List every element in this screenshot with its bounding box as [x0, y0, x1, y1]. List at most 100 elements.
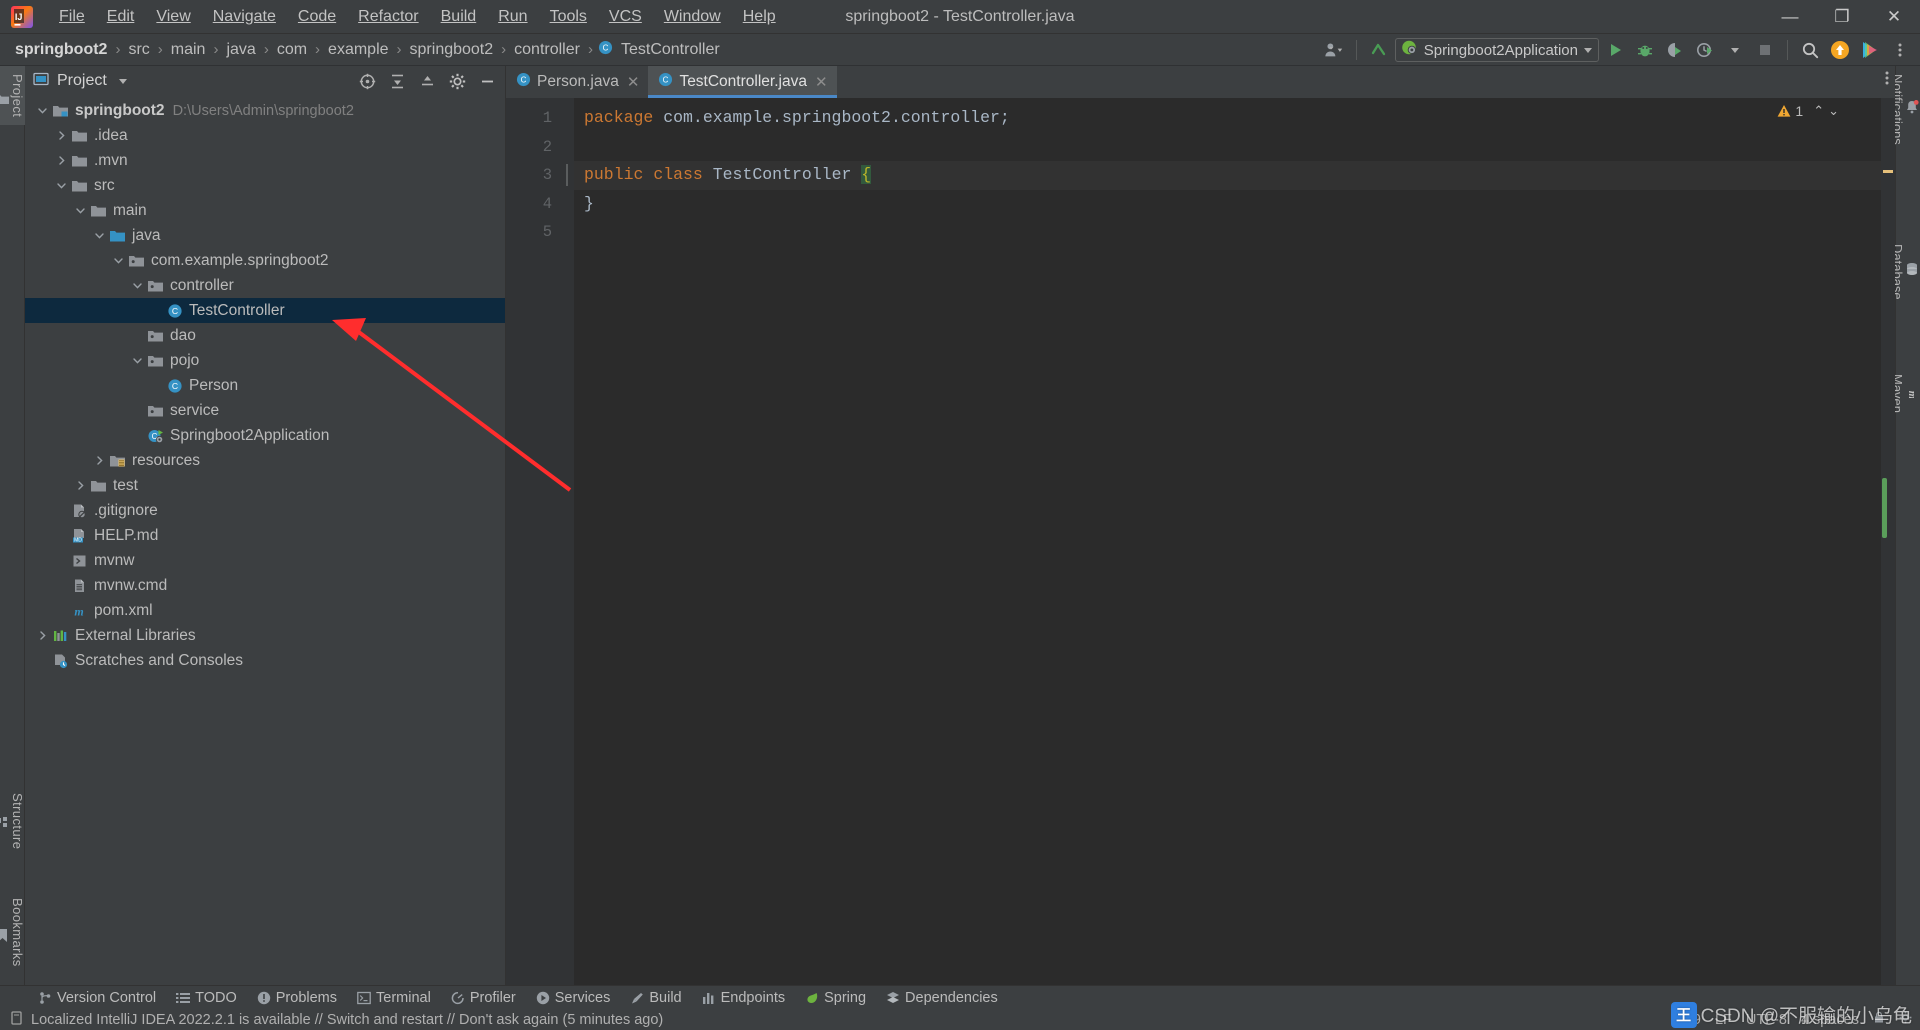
- line-number[interactable]: 2: [506, 133, 562, 162]
- minimize-button[interactable]: —: [1764, 0, 1816, 34]
- menu-item-run[interactable]: Run: [487, 4, 538, 30]
- code-line[interactable]: package com.example.springboot2.controll…: [574, 104, 1881, 133]
- tree-node-springboot2[interactable]: springboot2 D:\Users\Admin\springboot2: [25, 98, 505, 123]
- chevron-down-icon[interactable]: [131, 354, 144, 367]
- breadcrumb-item-springboot2[interactable]: springboot2: [12, 39, 110, 61]
- chevron-down-icon[interactable]: [55, 179, 68, 192]
- line-number[interactable]: 4: [506, 190, 562, 219]
- menu-item-vcs[interactable]: VCS: [598, 4, 653, 30]
- user-account-icon[interactable]: [1320, 37, 1348, 63]
- ide-update-icon[interactable]: [1826, 37, 1854, 63]
- line-number[interactable]: 1: [506, 104, 562, 133]
- tree-node-mvnw[interactable]: mvnw: [25, 548, 505, 573]
- select-opened-file-icon[interactable]: [353, 68, 381, 94]
- notification-doc-icon[interactable]: [10, 1010, 23, 1029]
- chevron-down-icon[interactable]: [74, 204, 87, 217]
- chevron-right-icon[interactable]: [74, 479, 87, 492]
- run-with-coverage-button[interactable]: [1661, 37, 1689, 63]
- tree-node-test[interactable]: test: [25, 473, 505, 498]
- chevron-down-icon[interactable]: [118, 78, 127, 84]
- menu-item-help[interactable]: Help: [732, 4, 787, 30]
- status-message[interactable]: Localized IntelliJ IDEA 2022.2.1 is avai…: [31, 1012, 663, 1028]
- tree-node-help-md[interactable]: MD HELP.md: [25, 523, 505, 548]
- tree-node-mvnw-cmd[interactable]: mvnw.cmd: [25, 573, 505, 598]
- tree-node-testcontroller[interactable]: C TestController: [25, 298, 505, 323]
- code-line[interactable]: }: [574, 190, 1881, 219]
- chevron-down-icon[interactable]: [1721, 37, 1749, 63]
- breadcrumb-item-testcontroller[interactable]: TestController: [618, 39, 723, 61]
- bottom-item-problems[interactable]: Problems: [247, 988, 347, 1008]
- bottom-item-terminal[interactable]: Terminal: [347, 988, 441, 1008]
- close-icon[interactable]: ✕: [815, 73, 828, 91]
- editor-options-icon[interactable]: [1885, 70, 1889, 91]
- bottom-item-endpoints[interactable]: Endpoints: [692, 988, 796, 1008]
- run-button[interactable]: [1601, 37, 1629, 63]
- tree-node-external-libraries[interactable]: External Libraries: [25, 623, 505, 648]
- chevron-down-icon[interactable]: [112, 254, 125, 267]
- tree-node-java[interactable]: java: [25, 223, 505, 248]
- code-line[interactable]: [574, 133, 1881, 162]
- bottom-item-spring[interactable]: Spring: [795, 988, 876, 1008]
- breadcrumb-item-com[interactable]: com: [274, 39, 310, 61]
- tree-node-pom-xml[interactable]: m pom.xml: [25, 598, 505, 623]
- tree-node-main[interactable]: main: [25, 198, 505, 223]
- code-editor[interactable]: 12345 package com.example.springboot2.co…: [506, 98, 1895, 985]
- bottom-item-todo[interactable]: TODO: [166, 988, 247, 1008]
- menu-item-tools[interactable]: Tools: [539, 4, 598, 30]
- tree-node-scratches-and-consoles[interactable]: Scratches and Consoles: [25, 648, 505, 673]
- bottom-item-services[interactable]: Services: [526, 988, 621, 1008]
- tree-node-springboot2application[interactable]: C Springboot2Application: [25, 423, 505, 448]
- menu-item-edit[interactable]: Edit: [96, 4, 146, 30]
- tree-node-resources[interactable]: resources: [25, 448, 505, 473]
- expand-all-icon[interactable]: [383, 68, 411, 94]
- inspection-prev-icon[interactable]: ⌃: [1813, 103, 1824, 119]
- tree-node-src[interactable]: src: [25, 173, 505, 198]
- bottom-item-profiler[interactable]: Profiler: [441, 988, 526, 1008]
- chevron-down-icon[interactable]: [36, 104, 49, 117]
- inspection-next-icon[interactable]: ⌄: [1828, 103, 1839, 119]
- sidebar-item-project[interactable]: Project: [0, 66, 25, 126]
- code-folding-column[interactable]: [562, 98, 574, 985]
- sidebar-item-bookmarks[interactable]: Bookmarks: [0, 890, 25, 975]
- code-line[interactable]: [574, 218, 1881, 247]
- tree-node-dao[interactable]: dao: [25, 323, 505, 348]
- debug-button[interactable]: [1631, 37, 1659, 63]
- breadcrumb-item-example[interactable]: example: [325, 39, 391, 61]
- menu-item-navigate[interactable]: Navigate: [202, 4, 287, 30]
- stripe-marker-green[interactable]: [1882, 478, 1887, 538]
- chevron-down-icon[interactable]: [93, 229, 106, 242]
- editor-tab-person[interactable]: C Person.java ✕: [506, 66, 648, 98]
- project-tree[interactable]: springboot2 D:\Users\Admin\springboot2 .id…: [25, 96, 505, 985]
- sidebar-item-structure[interactable]: Structure: [0, 785, 25, 857]
- tree-node-pojo[interactable]: pojo: [25, 348, 505, 373]
- chevron-right-icon[interactable]: [36, 629, 49, 642]
- stripe-marker[interactable]: [1883, 170, 1893, 173]
- tree-node-gitignore[interactable]: .gitignore: [25, 498, 505, 523]
- editor-tab-testcontroller[interactable]: C TestController.java ✕: [648, 66, 837, 98]
- bottom-item-dependencies[interactable]: Dependencies: [876, 988, 1008, 1008]
- stop-button[interactable]: [1751, 37, 1779, 63]
- sidebar-item-notifications[interactable]: Notifications: [1890, 66, 1920, 153]
- hide-panel-icon[interactable]: [473, 68, 501, 94]
- tree-node-person[interactable]: C Person: [25, 373, 505, 398]
- profiler-button[interactable]: [1691, 37, 1719, 63]
- tree-node-idea[interactable]: .idea: [25, 123, 505, 148]
- menu-item-view[interactable]: View: [145, 4, 201, 30]
- chevron-right-icon[interactable]: [55, 154, 68, 167]
- chevron-down-icon[interactable]: [1584, 47, 1592, 53]
- fold-marker[interactable]: [562, 161, 574, 190]
- line-number[interactable]: 3: [506, 161, 562, 190]
- chevron-right-icon[interactable]: [55, 129, 68, 142]
- breadcrumb-item-java[interactable]: java: [223, 39, 258, 61]
- plugin-colorful-icon[interactable]: [1856, 37, 1884, 63]
- tree-node-com-example-springboot2[interactable]: com.example.springboot2: [25, 248, 505, 273]
- maximize-button[interactable]: ❐: [1816, 0, 1868, 34]
- chevron-right-icon[interactable]: [93, 454, 106, 467]
- update-project-arrow-icon[interactable]: [1365, 37, 1393, 63]
- error-stripe-marker-bar[interactable]: [1881, 98, 1895, 985]
- bottom-item-build[interactable]: Build: [620, 988, 691, 1008]
- menu-item-file[interactable]: File: [48, 4, 96, 30]
- inspection-widget[interactable]: 1 ⌃ ⌄: [1777, 103, 1839, 119]
- tree-node-mvn[interactable]: .mvn: [25, 148, 505, 173]
- chevron-down-icon[interactable]: [131, 279, 144, 292]
